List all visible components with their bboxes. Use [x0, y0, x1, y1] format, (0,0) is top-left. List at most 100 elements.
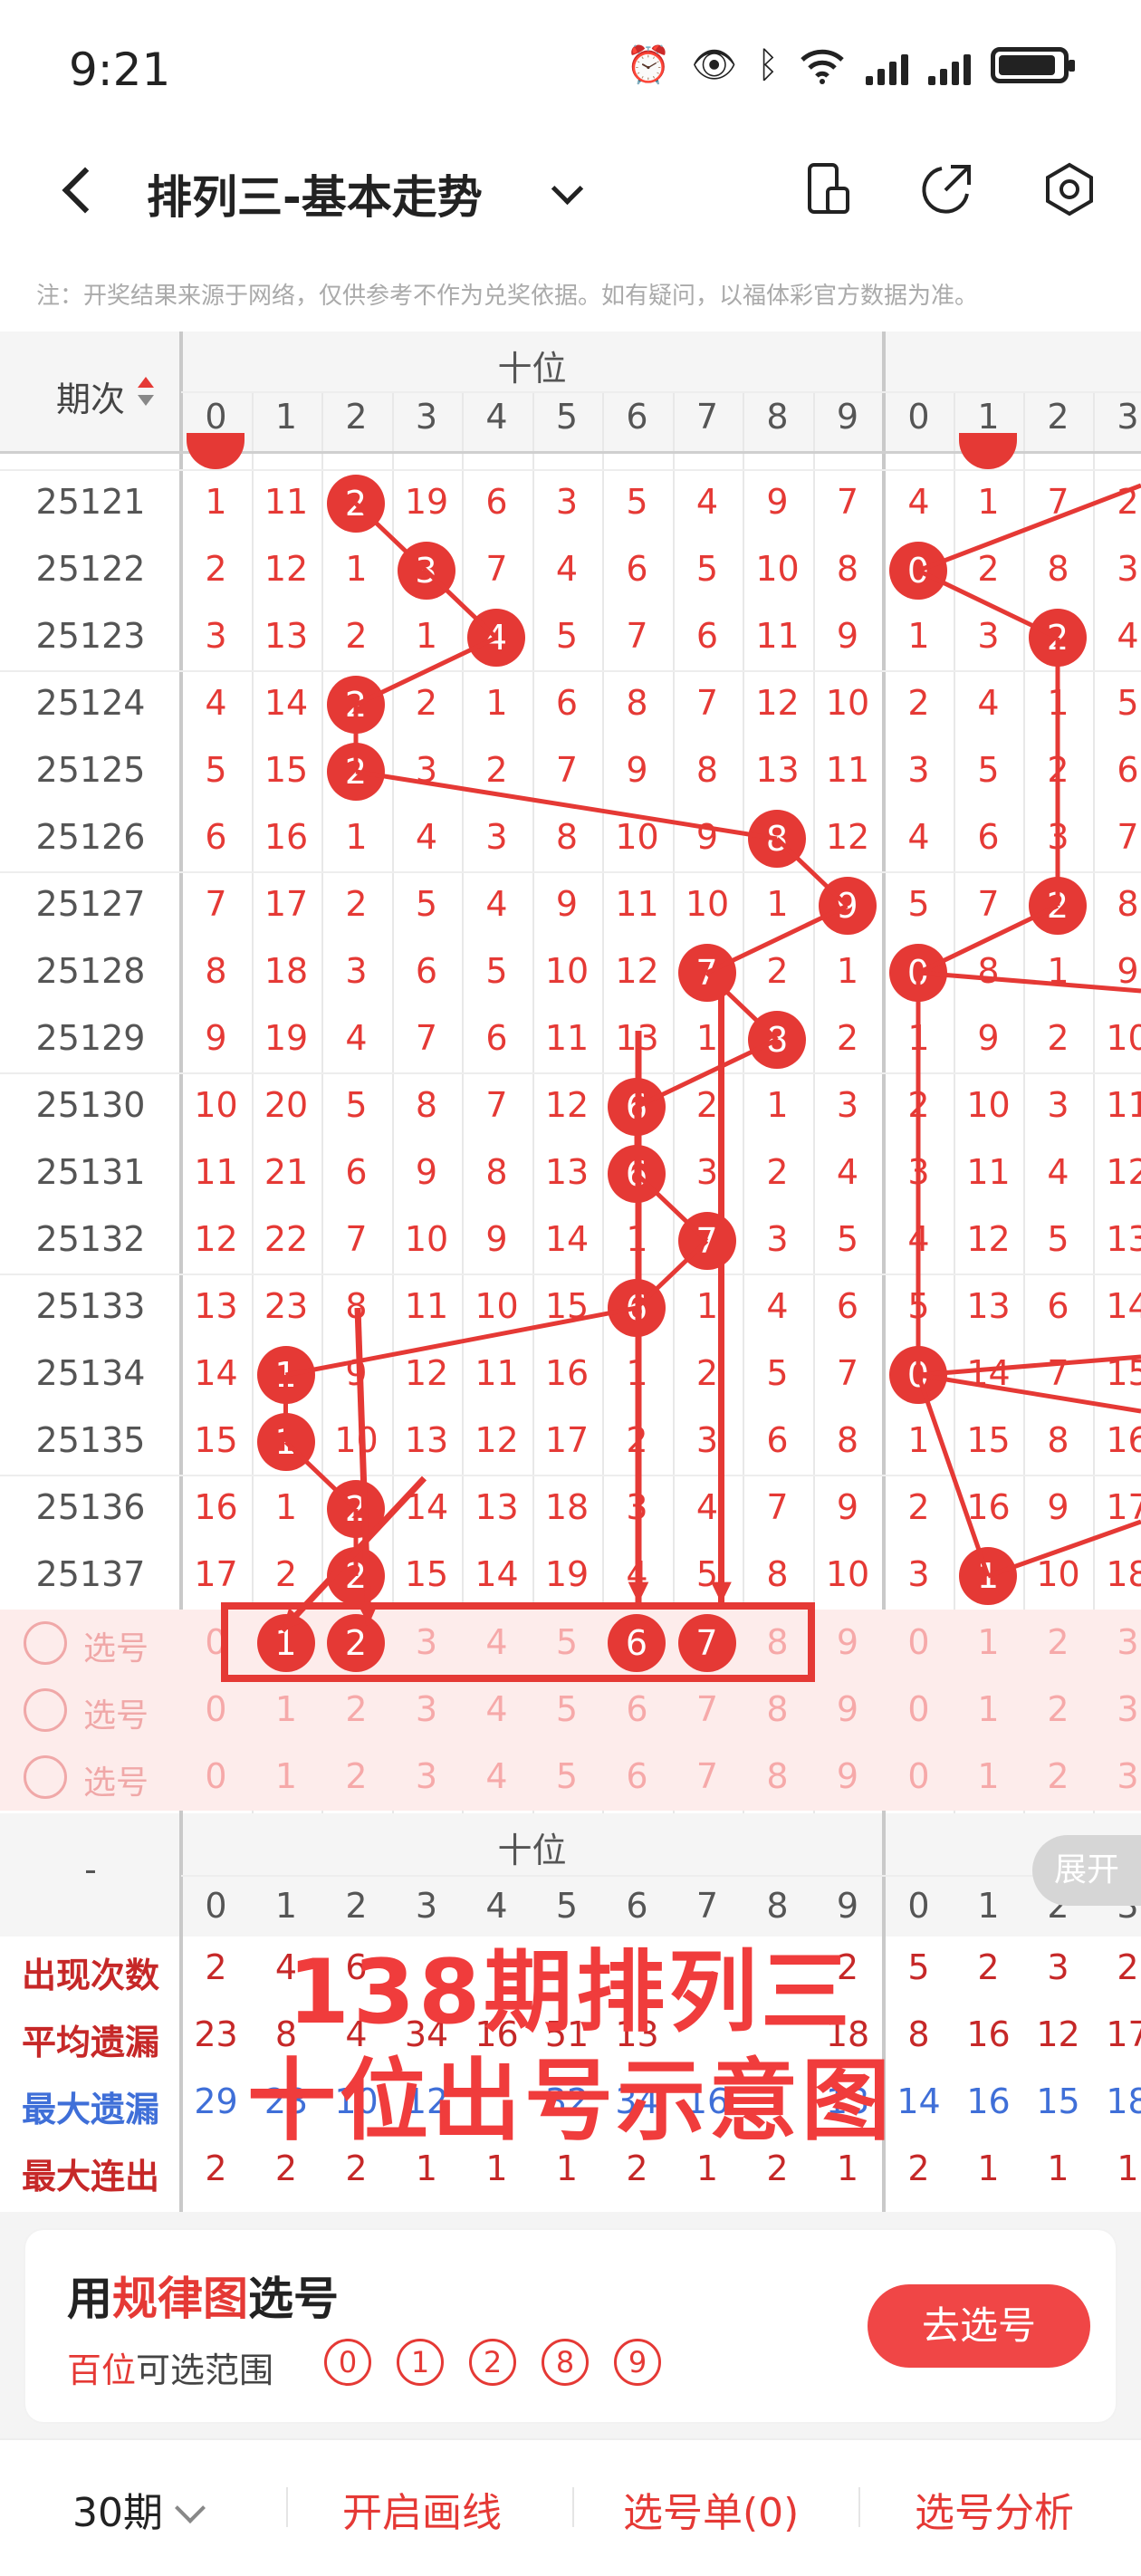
draw-line-button[interactable]: 开启画线: [342, 2480, 502, 2538]
omit-value: 4: [907, 817, 930, 857]
select-radio[interactable]: [24, 1755, 67, 1799]
chevron-down-icon[interactable]: [549, 176, 585, 212]
selection-list-button[interactable]: 选号单(0): [623, 2480, 799, 2538]
select-digit[interactable]: 1: [252, 1756, 321, 1796]
omit-value: 7: [836, 1353, 859, 1393]
stats-group-header: 十位: [497, 1831, 567, 1870]
select-digit[interactable]: 0: [884, 1689, 954, 1729]
trend-table: 期次 十位 0 1 2 3 4 5 6 7 8 9 0 1 2 3 25121 1 11 2 19 6 3 5 4 9 7 4 1 7 2…: [0, 332, 1141, 1813]
select-digit[interactable]: 3: [1093, 1622, 1141, 1662]
omit-value: 6: [555, 683, 579, 723]
period-count-selector[interactable]: 30期: [72, 2480, 206, 2538]
select-digit[interactable]: 7: [673, 1756, 743, 1796]
omit-value: 3: [415, 750, 438, 790]
digit-header-next: 2: [1047, 397, 1069, 437]
period-cell: 25122: [35, 549, 146, 589]
select-digit[interactable]: 8: [743, 1756, 812, 1796]
selected-ball[interactable]: 2: [327, 1614, 385, 1672]
omit-value: 3: [907, 1152, 930, 1192]
period-cell: 25121: [35, 482, 146, 522]
select-digit[interactable]: 9: [813, 1756, 883, 1796]
select-digit[interactable]: 4: [462, 1756, 532, 1796]
omit-value: 8: [626, 683, 648, 723]
omit-value: 14: [404, 1487, 449, 1527]
expand-button[interactable]: 展开: [1032, 1835, 1141, 1906]
select-digit[interactable]: 5: [532, 1756, 602, 1796]
omit-value: 23: [264, 1286, 309, 1326]
omit-value: 3: [1047, 1085, 1069, 1125]
select-digit[interactable]: 2: [1023, 1622, 1093, 1662]
selected-ball[interactable]: 1: [256, 1614, 315, 1672]
sort-icon[interactable]: [136, 371, 156, 411]
select-digit[interactable]: 2: [1023, 1689, 1093, 1729]
omit-value: 6: [485, 1018, 508, 1058]
bluetooth-icon: ᛒ: [757, 44, 779, 86]
select-digit[interactable]: 2: [321, 1756, 391, 1796]
select-radio[interactable]: [24, 1621, 67, 1665]
omit-value: 12: [1106, 1152, 1141, 1192]
select-digit[interactable]: 9: [813, 1689, 883, 1729]
omit-value: 18: [544, 1487, 590, 1527]
omit-value: 18: [264, 951, 309, 991]
select-digit[interactable]: 1: [954, 1622, 1023, 1662]
selection-analysis-button[interactable]: 选号分析: [915, 2480, 1074, 2538]
hit-ball: 0: [889, 944, 947, 1002]
back-icon[interactable]: [54, 161, 109, 219]
omit-value: 14: [475, 1554, 519, 1594]
selected-ball[interactable]: 7: [677, 1614, 736, 1672]
select-label: 选号: [83, 1697, 149, 1735]
select-digit[interactable]: 2: [1023, 1756, 1093, 1796]
page-title[interactable]: 排列三-基本走势: [147, 161, 483, 226]
select-digit[interactable]: 3: [392, 1689, 462, 1729]
select-digit[interactable]: 9: [813, 1622, 883, 1662]
share-icon[interactable]: [915, 158, 978, 221]
select-digit[interactable]: 0: [181, 1756, 251, 1796]
omit-value: 19: [264, 1018, 309, 1058]
divider: [0, 1475, 1141, 1476]
omit-value: 8: [415, 1085, 438, 1125]
select-digit[interactable]: 1: [252, 1689, 321, 1729]
digit-header: 4: [485, 397, 508, 437]
select-digit[interactable]: 3: [392, 1756, 462, 1796]
omit-value: 2: [695, 1085, 719, 1125]
select-digit[interactable]: 1: [954, 1689, 1023, 1729]
omit-value: 7: [345, 1219, 368, 1259]
omit-value: 3: [766, 1219, 789, 1259]
omit-value: 7: [766, 1487, 789, 1527]
select-digit[interactable]: 3: [1093, 1756, 1141, 1796]
select-digit[interactable]: 3: [392, 1622, 462, 1662]
omit-value: 14: [966, 1353, 1011, 1393]
select-digit[interactable]: 0: [181, 1622, 251, 1662]
settings-icon[interactable]: [1038, 158, 1101, 221]
select-digit[interactable]: 4: [462, 1622, 532, 1662]
omit-value: 1: [695, 1286, 719, 1326]
digit-header: 2: [345, 397, 368, 437]
select-digit[interactable]: 4: [462, 1689, 532, 1729]
omit-value: 22: [264, 1219, 309, 1259]
device-icon[interactable]: [797, 158, 860, 221]
annotation-line-2: 十位出号示意图: [246, 2050, 894, 2153]
select-digit[interactable]: 5: [532, 1689, 602, 1729]
select-digit[interactable]: 5: [532, 1622, 602, 1662]
select-digit[interactable]: 6: [602, 1756, 672, 1796]
app-root: 9:21 ⏰ 👁 ᛒ 排列三-基本走势 注：开奖结果来源于网络，仅供参考不作为兑…: [0, 0, 1141, 2576]
select-digit[interactable]: 3: [1093, 1689, 1141, 1729]
select-digit[interactable]: 2: [321, 1689, 391, 1729]
select-digit[interactable]: 8: [743, 1622, 812, 1662]
selected-ball[interactable]: 6: [608, 1614, 666, 1672]
select-digit[interactable]: 0: [884, 1622, 954, 1662]
go-select-button[interactable]: 去选号: [868, 2284, 1090, 2368]
select-radio[interactable]: [24, 1688, 67, 1732]
omit-value: 3: [695, 1420, 719, 1460]
omit-value: 5: [1047, 1219, 1069, 1259]
select-digit[interactable]: 6: [602, 1689, 672, 1729]
select-digit[interactable]: 7: [673, 1689, 743, 1729]
omit-value: 3: [626, 1487, 648, 1527]
omit-value: 10: [755, 549, 800, 589]
select-digit[interactable]: 0: [181, 1689, 251, 1729]
select-digit[interactable]: 0: [884, 1756, 954, 1796]
omit-value: 5: [626, 482, 648, 522]
select-digit[interactable]: 1: [954, 1756, 1023, 1796]
omit-value: 15: [194, 1420, 238, 1460]
select-digit[interactable]: 8: [743, 1689, 812, 1729]
